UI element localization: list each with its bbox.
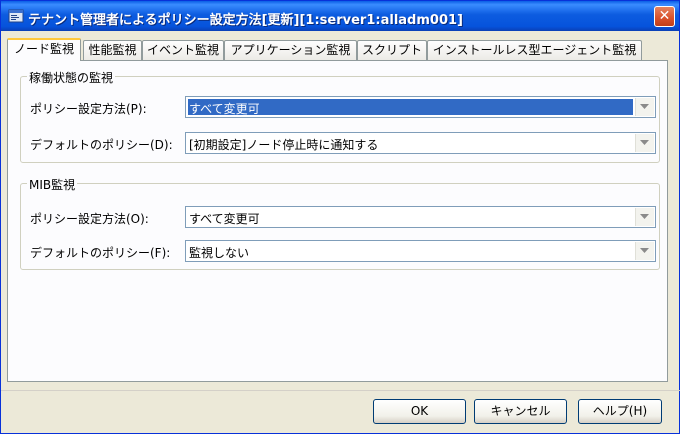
chevron-down-icon [640, 104, 649, 109]
help-button[interactable]: ヘルプ(H) [578, 399, 662, 424]
mib-monitoring-group: MIB監視 ポリシー設定方法(O): すべて変更可 デフォルトのポリシー(F):… [20, 176, 660, 270]
default-policy-select[interactable]: [初期設定]ノード停止時に通知する [185, 132, 656, 154]
tab-panel: 稼働状態の監視 ポリシー設定方法(P): すべて変更可 デフォルトのポリシー(D… [7, 60, 668, 382]
close-button[interactable]: ✕ [654, 6, 675, 27]
dropdown-button[interactable] [635, 98, 654, 116]
chevron-down-icon [640, 140, 649, 145]
default-policy-label: デフォルトのポリシー(D): [30, 138, 173, 152]
title-bar[interactable]: テナント管理者によるポリシー設定方法[更新][1:server1:alladm0… [1, 1, 679, 31]
tab-script[interactable]: スクリプト [357, 40, 427, 60]
footer-separator [1, 390, 680, 391]
group-title: 稼働状態の監視 [27, 69, 116, 86]
dropdown-button[interactable] [635, 242, 654, 260]
group-title: MIB監視 [27, 176, 78, 193]
dropdown-button[interactable] [635, 208, 654, 226]
dropdown-button[interactable] [635, 134, 654, 152]
cancel-button[interactable]: キャンセル [474, 399, 567, 424]
tab-strip: ノード監視 性能監視 イベント監視 アプリケーション監視 スクリプト インストー… [7, 38, 667, 61]
window-title: テナント管理者によるポリシー設定方法[更新][1:server1:alladm0… [28, 13, 463, 28]
close-icon: ✕ [658, 8, 671, 24]
tab-performance-monitoring[interactable]: 性能監視 [83, 40, 142, 60]
operation-status-group: 稼働状態の監視 ポリシー設定方法(P): すべて変更可 デフォルトのポリシー(D… [20, 69, 660, 163]
chevron-down-icon [640, 248, 649, 253]
tab-event-monitoring[interactable]: イベント監視 [142, 40, 224, 60]
mib-default-policy-label: デフォルトのポリシー(F): [30, 246, 171, 260]
selected-value: [初期設定]ノード停止時に通知する [189, 138, 379, 152]
chevron-down-icon [640, 214, 649, 219]
selected-value: すべて変更可 [189, 212, 260, 226]
dialog-window: テナント管理者によるポリシー設定方法[更新][1:server1:alladm0… [0, 0, 680, 434]
selected-value: すべて変更可 [189, 102, 260, 116]
mib-policy-method-label: ポリシー設定方法(O): [30, 212, 149, 226]
policy-method-label: ポリシー設定方法(P): [30, 102, 147, 116]
tab-node-monitoring[interactable]: ノード監視 [7, 38, 81, 61]
mib-default-policy-select[interactable]: 監視しない [185, 240, 656, 262]
policy-method-select[interactable]: すべて変更可 [185, 96, 656, 118]
selected-value: 監視しない [189, 246, 250, 260]
tab-application-monitoring[interactable]: アプリケーション監視 [224, 40, 357, 60]
settings-window-icon [8, 8, 24, 24]
ok-button[interactable]: OK [373, 399, 466, 424]
mib-policy-method-select[interactable]: すべて変更可 [185, 206, 656, 228]
tab-agentless-monitoring[interactable]: インストールレス型エージェント監視 [427, 40, 642, 60]
